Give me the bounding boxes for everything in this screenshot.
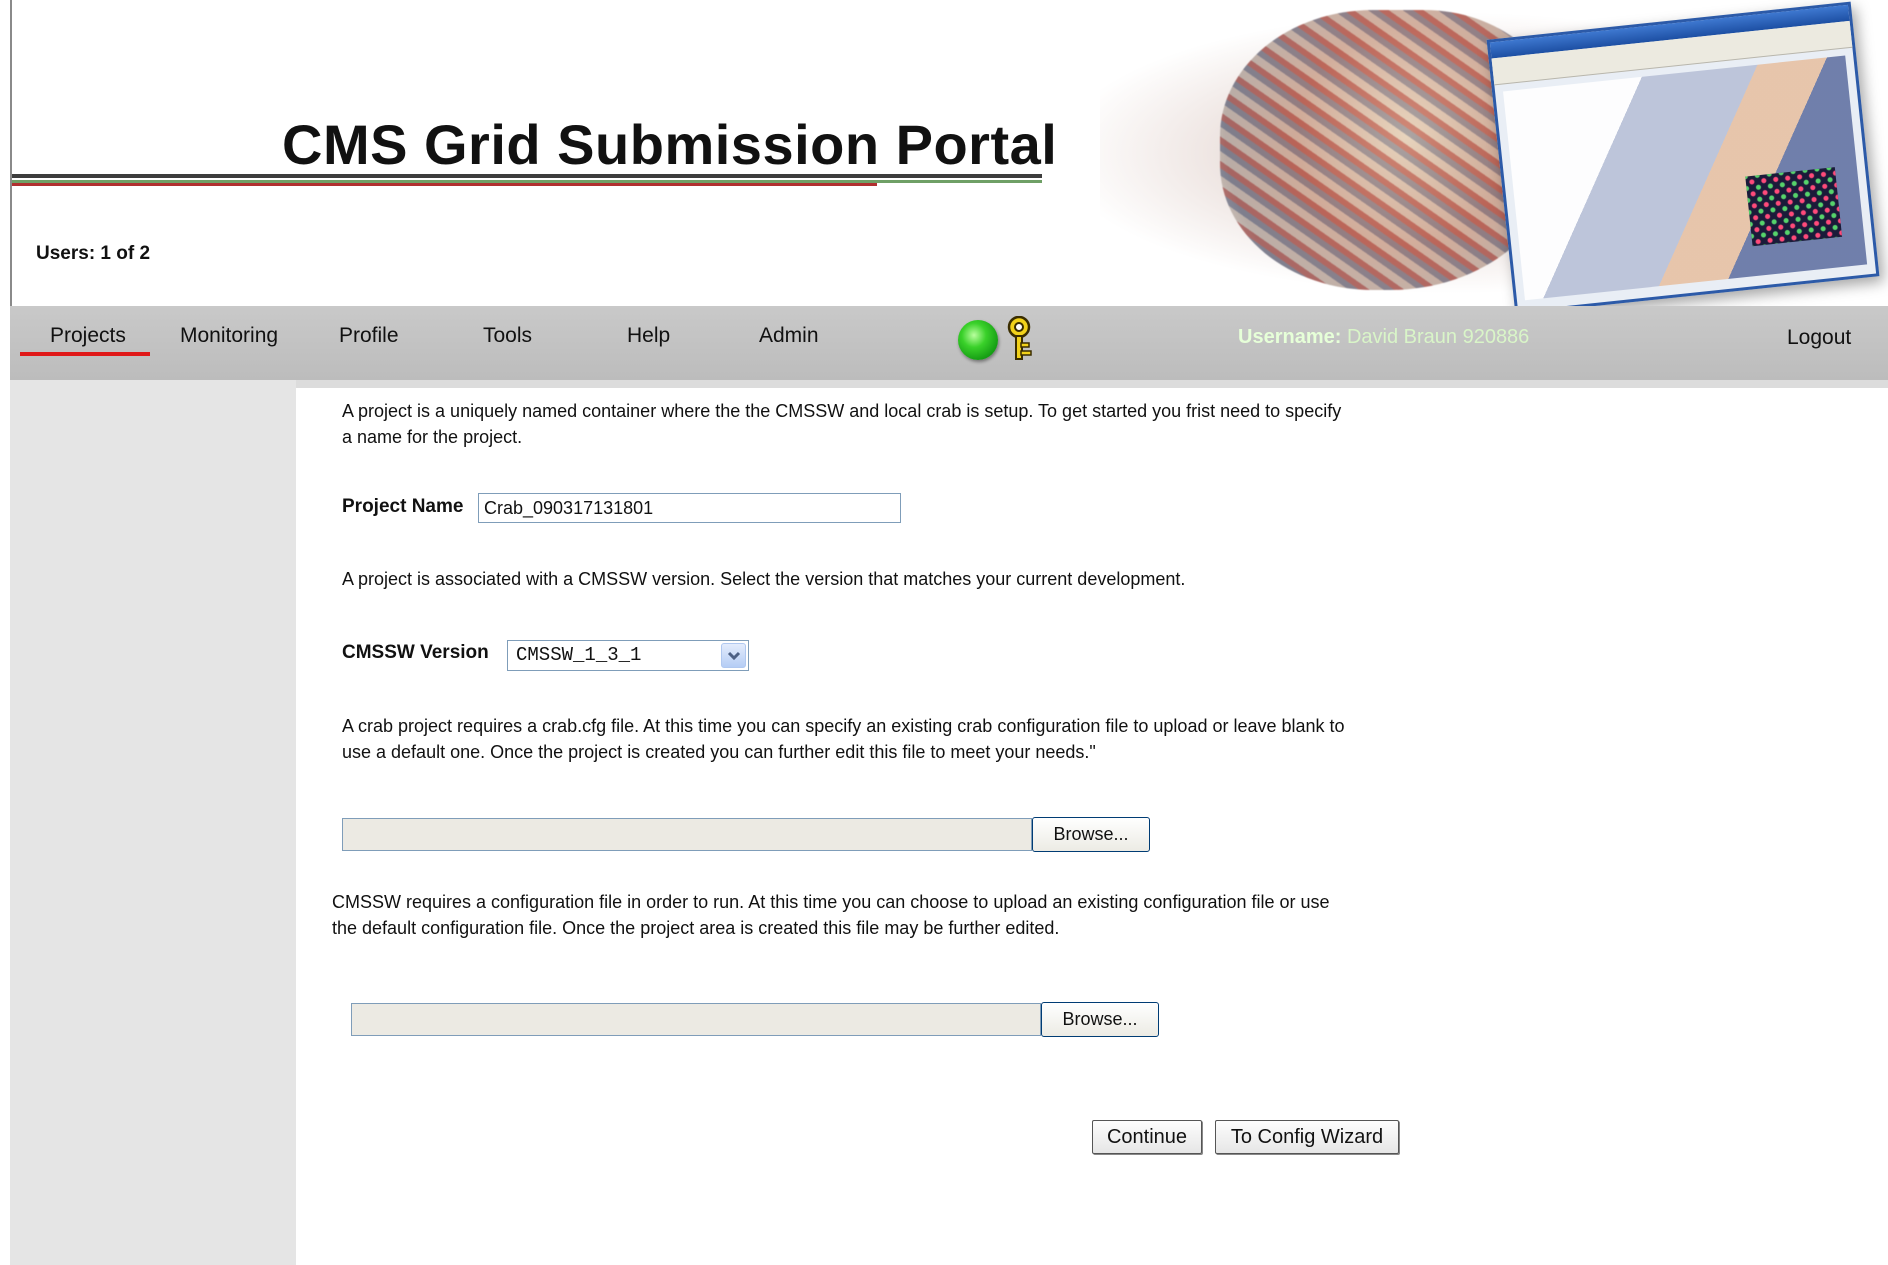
header-left-rule: [10, 0, 12, 306]
nav-monitoring[interactable]: Monitoring: [180, 324, 278, 348]
cmssw-version-label: CMSSW Version: [342, 642, 489, 663]
chevron-down-icon[interactable]: [721, 643, 746, 668]
cmssw-config-file-input[interactable]: [351, 1003, 1041, 1036]
nav-tools[interactable]: Tools: [483, 324, 532, 348]
page-header: CMS Grid Submission Portal Users: 1 of 2: [0, 0, 1888, 306]
project-name-label: Project Name: [342, 496, 464, 517]
title-underline-dark: [12, 174, 1042, 178]
config-wizard-button[interactable]: To Config Wizard: [1215, 1120, 1399, 1154]
key-icon[interactable]: [1006, 316, 1036, 362]
nav-help[interactable]: Help: [627, 324, 670, 348]
active-tab-indicator: [20, 352, 150, 356]
crab-config-file-input[interactable]: [342, 818, 1032, 851]
username-display: Username: David Braun 920886: [1238, 326, 1529, 349]
cmssw-version-select[interactable]: CMSSW_1_3_1: [507, 640, 749, 671]
status-light-icon: [958, 320, 998, 360]
content-top-border: [296, 380, 1888, 388]
browser-screenshot-image: [1486, 1, 1880, 306]
project-name-input[interactable]: [478, 493, 901, 523]
left-sidebar: [10, 380, 296, 1265]
project-intro-text: A project is a uniquely named container …: [342, 401, 1342, 447]
logout-link[interactable]: Logout: [1787, 326, 1851, 350]
crab-config-browse-button[interactable]: Browse...: [1032, 817, 1150, 852]
title-underline-red: [12, 183, 877, 186]
username-value: David Braun 920886: [1346, 326, 1530, 348]
cmssw-config-browse-button[interactable]: Browse...: [1041, 1002, 1159, 1037]
nav-profile[interactable]: Profile: [339, 324, 399, 348]
page-title: CMS Grid Submission Portal: [282, 113, 1058, 176]
cmssw-version-description: A project is associated with a CMSSW ver…: [342, 569, 1186, 589]
main-navigation: Projects Monitoring Profile Tools Help A…: [10, 306, 1888, 380]
username-label: Username:: [1238, 326, 1342, 348]
cmssw-config-description: CMSSW requires a configuration file in o…: [332, 892, 1330, 938]
continue-button[interactable]: Continue: [1092, 1120, 1202, 1154]
users-count: Users: 1 of 2: [36, 243, 151, 264]
nav-admin[interactable]: Admin: [759, 324, 819, 348]
crab-config-description: A crab project requires a crab.cfg file.…: [342, 716, 1345, 762]
header-banner-image: [1100, 0, 1888, 306]
nav-projects[interactable]: Projects: [50, 324, 126, 348]
cmssw-version-selected: CMSSW_1_3_1: [516, 644, 642, 666]
